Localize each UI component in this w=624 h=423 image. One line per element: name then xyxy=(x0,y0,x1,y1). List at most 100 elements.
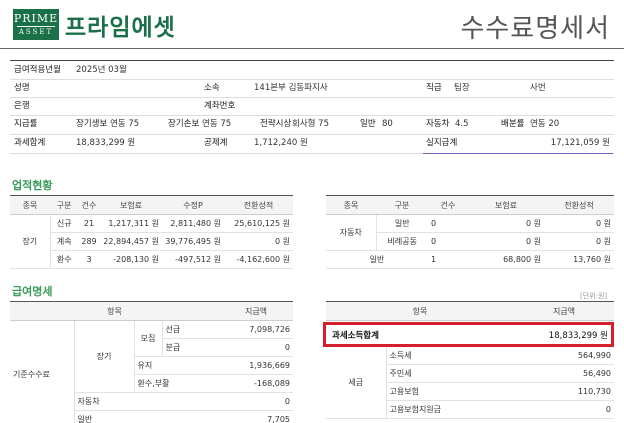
table-cell: 0 xyxy=(428,232,468,251)
col-header: 종목 xyxy=(10,195,50,215)
rate-life-value: 연동 75 xyxy=(110,119,140,129)
rate-auto-value: 4.5 xyxy=(455,119,469,129)
col-header: 구분 xyxy=(376,195,428,215)
table-cell: 0 원 xyxy=(544,232,614,251)
document-title: 수수료명세서 xyxy=(460,14,610,44)
header-divider xyxy=(0,48,624,49)
col-header: 전환성적 xyxy=(544,195,614,215)
table-row: 기준수수료 장기 모집 선급 7,098,726 xyxy=(10,320,293,423)
table-cell: 0 원 xyxy=(468,214,544,233)
perf-auto-group-label: 자동차 xyxy=(326,214,376,251)
table-cell: 2,811,480 원 xyxy=(162,214,224,233)
table-cell: 환수 xyxy=(49,250,78,269)
table-cell: -4,162,600 원 xyxy=(224,250,293,269)
net-pay-label: 실지급계 xyxy=(426,138,458,148)
col-header: 수정P xyxy=(162,195,224,215)
table-cell: 일반 xyxy=(375,214,428,233)
rate-auto-label: 자동차 xyxy=(426,119,450,129)
perf-group-label: 장기 xyxy=(10,214,50,269)
account-label: 계좌번호 xyxy=(204,101,236,111)
info-row-name: 성명 소속 141본부 김동파지사 직급 팀장 사번 xyxy=(10,79,614,97)
info-row-period: 급여적용년월 2025년 03월 xyxy=(10,61,614,79)
table-cell: 1 xyxy=(428,250,468,269)
table-cell: 0 xyxy=(514,400,614,419)
table-header: 항목 지급액 xyxy=(326,301,614,321)
pay-sub-label: 장기 xyxy=(73,320,134,393)
table-cell: -497,512 원 xyxy=(162,250,224,269)
period-label: 급여적용년월 xyxy=(14,65,61,75)
net-pay-value: 17,121,059 원 xyxy=(550,138,610,148)
table-row: 일반 1 68,800 원 13,760 원 xyxy=(326,250,614,269)
table-header: 종목 구분 건수 보험료 전환성적 xyxy=(326,195,614,215)
table-cell: 0 원 xyxy=(468,232,544,251)
table-cell: 분급 xyxy=(161,338,219,357)
table-row: 환수 3 -208,130 원 -497,512 원 -4,162,600 원 xyxy=(10,250,293,269)
perf-table-auto: 종목 구분 건수 보험료 전환성적 자동차 일반 0 0 원 0 원 비례공동 … xyxy=(326,195,614,269)
col-header: 지급액 xyxy=(514,301,614,321)
table-cell: 소득세 xyxy=(385,346,514,365)
table-cell: 계속 xyxy=(49,232,78,251)
table-cell: 0 xyxy=(428,214,468,233)
table-cell: 289 xyxy=(78,232,100,251)
table-cell: 일반 xyxy=(326,250,428,269)
header: PRIME ASSET 프라임에셋 수수료명세서 xyxy=(0,0,624,55)
info-row-bank: 은행 계좌번호 xyxy=(10,97,614,115)
divider xyxy=(10,97,614,98)
logo-line2: ASSET xyxy=(17,26,55,36)
rate-nonlife-label: 장기손보 xyxy=(168,119,200,129)
table-cell: 68,800 원 xyxy=(468,250,544,269)
divider xyxy=(10,134,614,135)
pay-sub-label: 모집 xyxy=(133,320,162,357)
rate-distribution-value: 연동 20 xyxy=(530,119,560,129)
table-cell: 7,098,726 xyxy=(219,320,293,339)
dept-label: 소속 xyxy=(204,83,220,93)
perf-section-title: 업적현황 xyxy=(12,179,53,192)
logo-line1: PRIME xyxy=(13,12,59,25)
rate-label: 지급률 xyxy=(14,119,38,129)
pay-group-label: 기준수수료 xyxy=(10,320,74,423)
deduction-value: 1,712,240 원 xyxy=(254,138,308,148)
rate-strategy-value: 회사형 75 xyxy=(292,119,329,129)
employee-id-label: 사번 xyxy=(530,83,546,93)
table-cell: 고용보험 xyxy=(385,382,514,401)
rate-distribution-label: 배분률 xyxy=(501,119,525,129)
col-header: 보험료 xyxy=(100,195,162,215)
rate-nonlife-value: 연동 75 xyxy=(202,119,232,129)
table-cell: 주민세 xyxy=(385,364,514,383)
table-row: 계속 289 22,894,457 원 39,776,495 원 0 원 xyxy=(10,232,293,251)
table-cell: 0 xyxy=(219,338,293,357)
col-header: 지급액 xyxy=(219,301,293,321)
table-row: 세금 소득세 564,990 xyxy=(326,346,614,419)
tax-group-label: 세금 xyxy=(326,346,386,419)
rate-general-value: 80 xyxy=(382,119,393,129)
rate-strategy-label: 전략시상 xyxy=(260,119,292,129)
perf-table-long: 종목 구분 건수 보험료 수정P 전환성적 장기 신규 21 1,217,311… xyxy=(10,195,293,269)
col-header: 종목 xyxy=(326,195,376,215)
table-cell: 비례공동 xyxy=(375,232,428,251)
table-cell: 자동차 xyxy=(73,392,219,411)
table-row: 장기 신규 21 1,217,311 원 2,811,480 원 25,610,… xyxy=(10,214,293,269)
table-cell: -168,089 xyxy=(219,374,293,393)
table-cell: 신규 xyxy=(49,214,78,233)
table-row: 자동차 일반 0 0 원 0 원 xyxy=(326,214,614,251)
table-cell: -208,130 원 xyxy=(100,250,162,269)
taxable-total-label: 과세합계 xyxy=(14,138,46,148)
table-cell: 3 xyxy=(78,250,100,269)
table-header: 종목 구분 건수 보험료 수정P 전환성적 xyxy=(10,195,293,215)
col-header: 전환성적 xyxy=(224,195,293,215)
col-header: 건수 xyxy=(78,195,100,215)
taxable-income-label: 과세소득합계 xyxy=(332,331,379,341)
company-name: 프라임에셋 xyxy=(65,15,176,41)
pay-table-left: 항목 지급액 기준수수료 장기 모집 선급 7,098,726 분급 0 유지 … xyxy=(10,301,293,423)
table-cell: 21 xyxy=(78,214,100,233)
table-cell: 13,760 원 xyxy=(544,250,614,269)
name-label: 성명 xyxy=(14,83,30,93)
table-cell: 1,936,669 xyxy=(219,356,293,375)
table-cell: 7,705 xyxy=(219,410,293,423)
net-pay-underline xyxy=(423,153,613,154)
info-row-rates: 지급률 장기생보 연동 75 장기손보 연동 75 전략시상 회사형 75 일반… xyxy=(10,115,614,133)
table-cell: 선급 xyxy=(161,320,219,339)
table-cell: 39,776,495 원 xyxy=(162,232,224,251)
info-row-totals: 과세합계 18,833,299 원 공제계 1,712,240 원 실지급계 1… xyxy=(10,134,614,152)
unit-label: [단위:원] xyxy=(580,292,608,300)
